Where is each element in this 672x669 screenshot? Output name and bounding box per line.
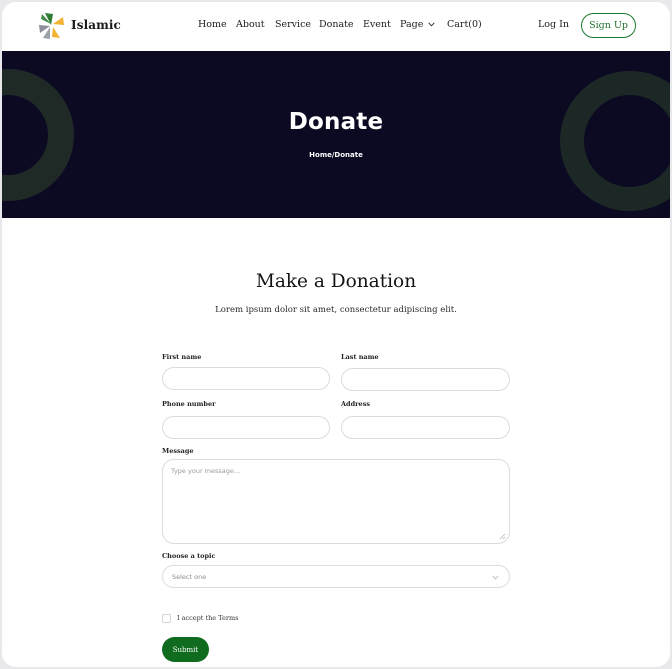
chevron-down-icon (492, 575, 499, 580)
donation-subtitle: Lorem ipsum dolor sit amet, consectetur … (215, 305, 457, 315)
address-input[interactable] (341, 416, 510, 439)
terms-label[interactable]: I accept the Terms (177, 614, 238, 622)
decorative-ring-right (560, 71, 670, 211)
resize-handle-icon[interactable] (499, 533, 506, 540)
submit-button[interactable]: Submit (162, 637, 209, 662)
nav-item-cart[interactable]: Cart(0) (447, 19, 482, 30)
nav-item-page[interactable]: Page (400, 19, 436, 30)
topic-select[interactable]: Select one (162, 565, 510, 588)
login-link[interactable]: Log In (538, 19, 569, 30)
signup-button[interactable]: Sign Up (581, 13, 636, 38)
hero-title: Donate (288, 109, 384, 135)
page-frame: Islamic Home About Service Donate Event … (2, 2, 670, 667)
last-name-input[interactable] (341, 368, 510, 391)
address-label: Address (341, 400, 371, 408)
site-header: Islamic Home About Service Donate Event … (2, 2, 670, 50)
message-textarea[interactable] (162, 459, 510, 544)
last-name-label: Last name (341, 353, 379, 361)
first-name-input[interactable] (162, 367, 330, 390)
nav-item-event[interactable]: Event (363, 19, 391, 30)
nav-item-service[interactable]: Service (275, 19, 311, 30)
nav-item-home[interactable]: Home (198, 19, 227, 30)
message-label: Message (162, 447, 194, 455)
first-name-label: First name (162, 353, 202, 361)
nav-item-page-label: Page (400, 19, 424, 30)
terms-checkbox[interactable] (162, 614, 171, 623)
nav-item-about[interactable]: About (236, 19, 265, 30)
nav-item-donate[interactable]: Donate (319, 19, 354, 30)
chevron-down-icon (428, 22, 436, 27)
hero-banner: Donate Home/Donate (2, 51, 670, 218)
breadcrumb[interactable]: Home/Donate (2, 151, 670, 159)
phone-input[interactable] (162, 416, 330, 439)
topic-label: Choose a topic (162, 552, 216, 560)
donation-title: Make a Donation (255, 271, 417, 292)
topic-select-value: Select one (172, 573, 207, 581)
phone-label: Phone number (162, 400, 216, 408)
decorative-ring-left (2, 69, 74, 201)
main-nav: Home About Service Donate Event Page Car… (2, 19, 670, 33)
